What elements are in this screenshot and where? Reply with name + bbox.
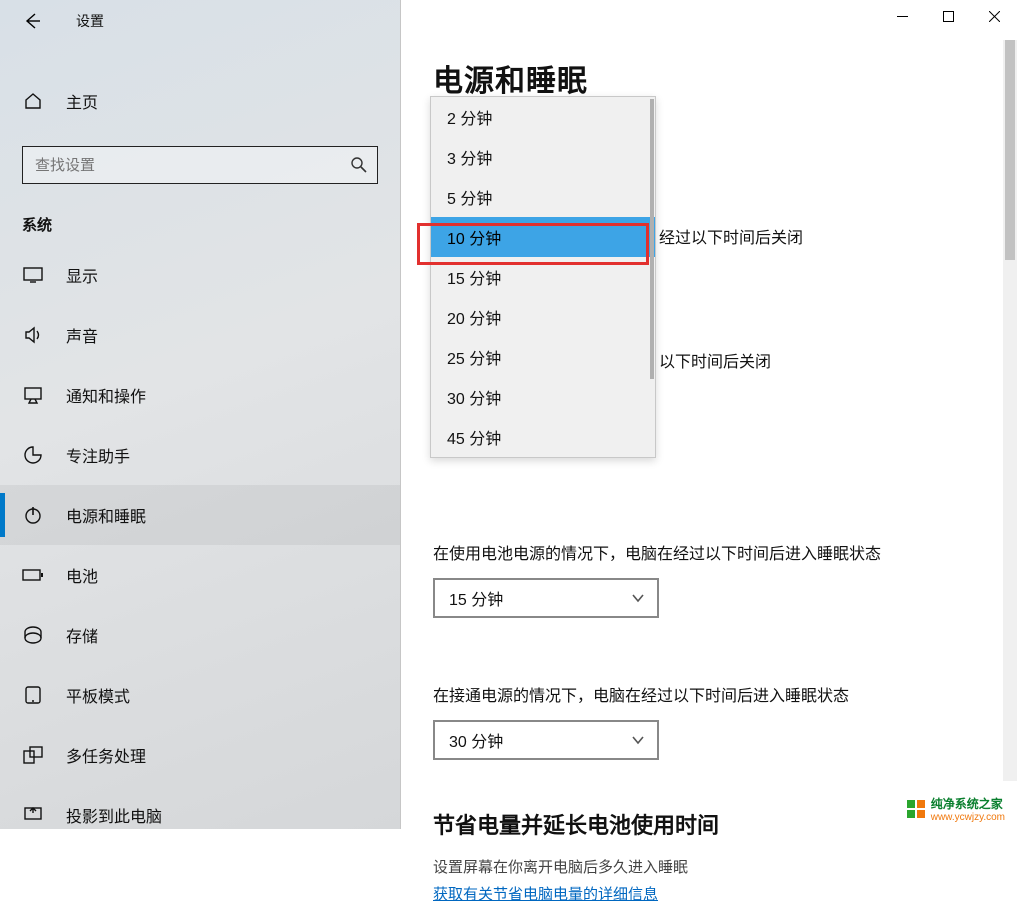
sidebar-item-label: 专注助手 [66,443,130,467]
home-icon [22,91,44,111]
sidebar-home-label: 主页 [66,89,98,113]
sidebar: 设置 主页 系统 显示声音通知和操作专注助手电源和睡眠电池存储平板模式多任务处理… [0,0,401,829]
sidebar-home[interactable]: 主页 [0,74,400,128]
sidebar-item-label: 声音 [66,323,98,347]
nav-icon [22,505,44,525]
sidebar-item-label: 投影到此电脑 [66,803,162,827]
sleep-battery-value: 15 分钟 [449,586,503,610]
sidebar-item-label: 多任务处理 [66,743,146,767]
nav-icon [22,746,44,764]
nav-icon [22,267,44,283]
nav-icon [22,685,44,705]
sidebar-item-7[interactable]: 平板模式 [0,665,400,725]
watermark: 纯净系统之家 www.ycwjzy.com [907,795,1005,823]
dropdown-scrollbar[interactable] [650,99,654,379]
nav-icon [22,568,44,582]
scrollbar-thumb[interactable] [1005,40,1015,260]
sidebar-item-0[interactable]: 显示 [0,245,400,305]
nav-icon [22,386,44,404]
sleep-plugged-value: 30 分钟 [449,728,503,752]
dropdown-option[interactable]: 15 分钟 [431,257,655,297]
window-title: 设置 [76,11,104,31]
search-icon [350,156,368,174]
sidebar-item-5[interactable]: 电池 [0,545,400,605]
sidebar-item-label: 通知和操作 [66,383,146,407]
watermark-url: www.ycwjzy.com [931,812,1005,823]
dropdown-option[interactable]: 5 分钟 [431,177,655,217]
save-link[interactable]: 获取有关节省电脑电量的详细信息 [433,883,658,904]
back-button[interactable] [22,11,42,31]
sidebar-item-4[interactable]: 电源和睡眠 [0,485,400,545]
sleep-battery-label: 在使用电池电源的情况下，电脑在经过以下时间后进入睡眠状态 [433,540,1017,564]
sidebar-item-8[interactable]: 多任务处理 [0,725,400,785]
dropdown-option[interactable]: 3 分钟 [431,137,655,177]
sleep-plugged-label: 在接通电源的情况下，电脑在经过以下时间后进入睡眠状态 [433,682,1017,706]
nav-icon [22,445,44,465]
sleep-plugged-select[interactable]: 30 分钟 [433,720,659,760]
chevron-down-icon [631,591,645,605]
sidebar-item-3[interactable]: 专注助手 [0,425,400,485]
sidebar-item-label: 显示 [66,263,98,287]
dropdown-option[interactable]: 25 分钟 [431,337,655,377]
save-sub: 设置屏幕在你离开电脑后多久进入睡眠 [433,856,1017,877]
watermark-logo-icon [907,800,925,818]
sleep-battery-select[interactable]: 15 分钟 [433,578,659,618]
dropdown-option[interactable]: 20 分钟 [431,297,655,337]
sidebar-item-6[interactable]: 存储 [0,605,400,665]
watermark-name: 纯净系统之家 [931,797,1003,811]
sidebar-item-label: 存储 [66,623,98,647]
chevron-down-icon [631,733,645,747]
dropdown-popup: 2 分钟3 分钟5 分钟10 分钟15 分钟20 分钟25 分钟30 分钟45 … [430,96,656,458]
page-title: 电源和睡眠 [433,56,1017,100]
close-button[interactable] [971,0,1017,32]
sidebar-item-1[interactable]: 声音 [0,305,400,365]
search-input[interactable] [22,146,378,184]
dropdown-option[interactable]: 2 分钟 [431,97,655,137]
dropdown-option[interactable]: 10 分钟 [431,217,655,257]
nav-icon [22,806,44,824]
sidebar-item-label: 电池 [66,563,98,587]
nav-icon [22,626,44,644]
sidebar-item-2[interactable]: 通知和操作 [0,365,400,425]
sidebar-category: 系统 [0,184,400,245]
sidebar-item-label: 电源和睡眠 [66,503,146,527]
maximize-button[interactable] [925,0,971,32]
scrollbar[interactable] [1003,40,1017,781]
dropdown-option[interactable]: 30 分钟 [431,377,655,417]
nav-icon [22,325,44,345]
dropdown-option[interactable]: 45 分钟 [431,417,655,457]
sidebar-item-label: 平板模式 [66,683,130,707]
minimize-button[interactable] [879,0,925,32]
sidebar-item-9[interactable]: 投影到此电脑 [0,785,400,845]
